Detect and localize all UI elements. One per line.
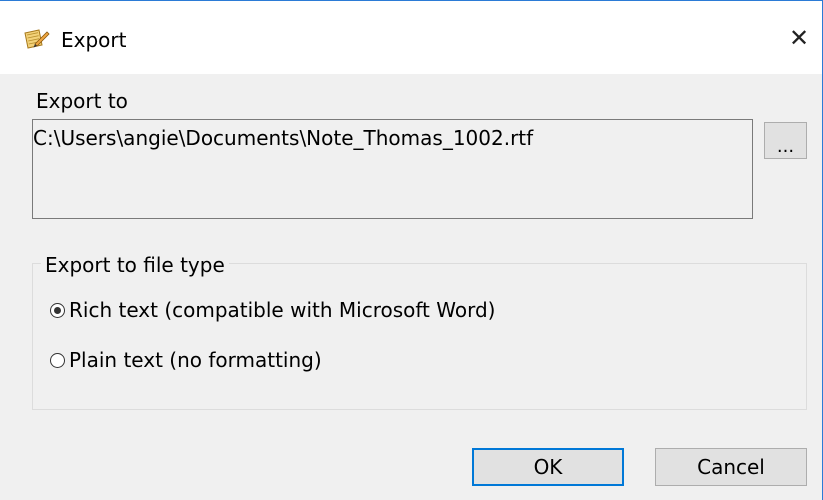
radio-button-unselected[interactable] <box>50 352 65 368</box>
radio-plain-text[interactable]: Plain text (no formatting) <box>50 347 322 373</box>
export-path-value: C:\Users\angie\Documents\Note_Thomas_100… <box>33 126 534 150</box>
file-type-groupbox <box>32 263 807 410</box>
ok-button[interactable]: OK <box>472 448 624 486</box>
browse-button[interactable]: ... <box>764 122 807 159</box>
radio-plain-text-label: Plain text (no formatting) <box>69 348 322 372</box>
file-type-legend: Export to file type <box>41 253 229 277</box>
radio-rich-text-label: Rich text (compatible with Microsoft Wor… <box>69 298 496 322</box>
title-bar[interactable]: Export ✕ <box>0 1 822 74</box>
close-icon: ✕ <box>788 24 810 52</box>
radio-button-selected[interactable] <box>50 302 65 318</box>
export-dialog: Export ✕ Export to C:\Users\angie\Docume… <box>0 0 823 500</box>
export-path-field[interactable]: C:\Users\angie\Documents\Note_Thomas_100… <box>32 119 753 219</box>
window-title: Export <box>61 28 127 52</box>
radio-rich-text[interactable]: Rich text (compatible with Microsoft Wor… <box>50 297 495 323</box>
notebook-pencil-icon <box>22 27 50 51</box>
export-to-label: Export to <box>36 89 128 113</box>
cancel-button[interactable]: Cancel <box>655 448 807 486</box>
close-button[interactable]: ✕ <box>776 12 822 64</box>
